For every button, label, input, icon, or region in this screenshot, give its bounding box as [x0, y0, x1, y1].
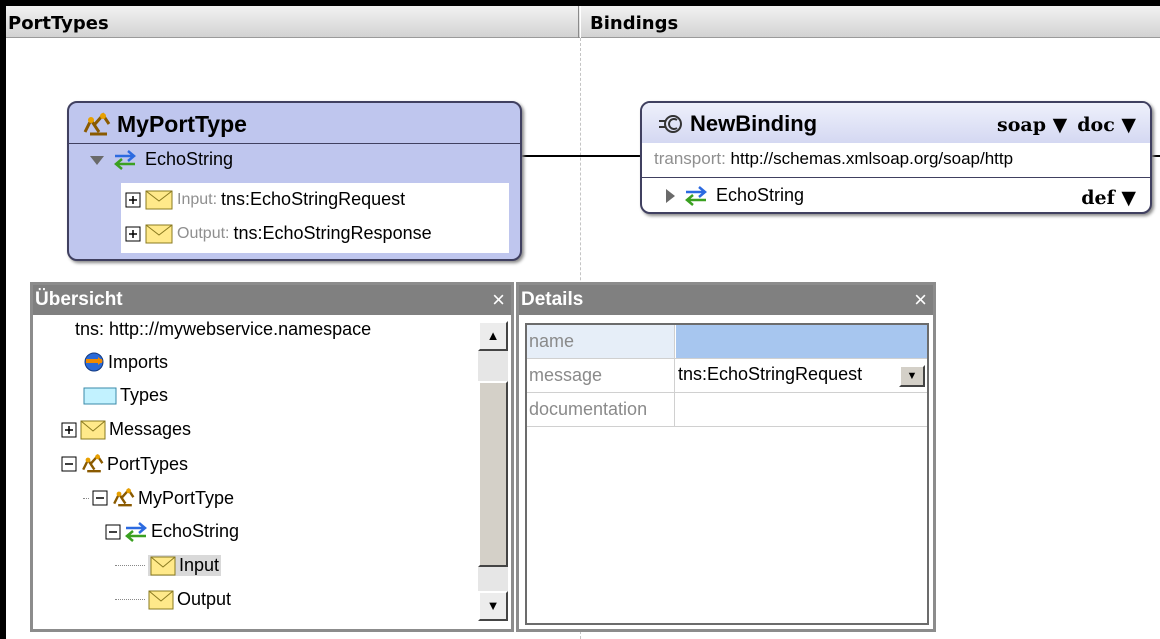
documentation-field[interactable] [676, 393, 927, 426]
porttype-icon [80, 453, 104, 475]
protocol-dropdown[interactable]: soap ▼ [997, 114, 1067, 136]
input-label: Input: [177, 190, 218, 208]
porttype-binding-connector [522, 155, 640, 157]
operation-arrows-icon [113, 149, 137, 170]
binding-icon [658, 113, 684, 135]
operation-style-dropdown[interactable]: def ▼ [1081, 187, 1136, 209]
envelope-icon [145, 224, 173, 244]
input-message-row[interactable]: Input: tns:EchoStringRequest [125, 189, 405, 210]
tree-item-types[interactable]: Types [83, 385, 168, 406]
tree-item-output[interactable]: Output [115, 589, 231, 610]
binding-box[interactable]: NewBinding soap ▼ doc ▼ transport: http:… [640, 101, 1152, 214]
details-grid: name message tns:EchoStringRequest ▼ doc… [525, 323, 929, 625]
scroll-thumb[interactable] [478, 381, 508, 567]
expand-plus-icon[interactable] [125, 192, 141, 208]
message-value: tns:EchoStringRequest [678, 364, 863, 384]
column-separator[interactable] [578, 6, 581, 38]
details-key: name [527, 325, 675, 358]
imports-globe-icon [83, 351, 105, 373]
scroll-up-button[interactable]: ▲ [478, 321, 508, 351]
tree-item-porttypes[interactable]: PortTypes [61, 453, 188, 475]
overview-window: Übersicht × tns: http:://mywebservice.na… [30, 282, 514, 632]
details-row-documentation[interactable]: documentation [527, 393, 927, 427]
porttype-icon [111, 487, 135, 509]
collapse-minus-icon[interactable] [105, 524, 121, 540]
details-key: documentation [527, 393, 675, 426]
overview-title: Übersicht [35, 289, 123, 310]
overview-scrollbar[interactable]: ▲ ▼ [478, 321, 508, 621]
tree-item-input-selected[interactable]: Input [148, 555, 222, 576]
scroll-down-button[interactable]: ▼ [478, 591, 508, 621]
tree-connector-line [115, 565, 145, 566]
porttype-title: MyPortType [117, 111, 247, 137]
collapse-minus-icon[interactable] [92, 490, 108, 506]
expand-triangle-icon[interactable] [664, 188, 676, 204]
style-dropdown[interactable]: doc ▼ [1077, 114, 1136, 136]
transport-label: transport: [654, 149, 726, 168]
name-field[interactable] [676, 325, 927, 358]
details-row-message[interactable]: message tns:EchoStringRequest ▼ [527, 359, 927, 393]
input-message-value[interactable]: tns:EchoStringRequest [221, 189, 405, 210]
tree-connector-line [83, 497, 89, 499]
tree-item-myporttype[interactable]: MyPortType [83, 487, 234, 509]
binding-operation-name: EchoString [716, 185, 805, 205]
envelope-icon [150, 556, 176, 576]
message-field[interactable]: tns:EchoStringRequest ▼ [676, 359, 927, 392]
tree-connector-line [115, 599, 145, 600]
operation-arrows-icon [684, 185, 708, 206]
details-titlebar[interactable]: Details × [519, 285, 933, 315]
details-key: message [527, 359, 675, 392]
tree-namespace[interactable]: tns: http:://mywebservice.namespace [75, 319, 371, 340]
message-dropdown-button[interactable]: ▼ [899, 365, 925, 387]
binding-service-connector [1152, 155, 1160, 157]
porttypes-column-title: PortTypes [8, 13, 109, 34]
tree-item-input[interactable]: Input [115, 555, 222, 576]
details-row-name[interactable]: name [527, 325, 927, 359]
types-box-icon [83, 386, 117, 406]
details-close-button[interactable]: × [914, 287, 927, 313]
output-message-value[interactable]: tns:EchoStringResponse [233, 223, 431, 244]
porttype-box[interactable]: MyPortType EchoString Input: tns:EchoStr… [67, 101, 522, 261]
tree-item-imports[interactable]: Imports [83, 351, 168, 373]
expand-plus-icon[interactable] [61, 422, 77, 438]
column-header-bar: PortTypes Bindings [6, 6, 1160, 38]
envelope-icon [148, 590, 174, 610]
overview-titlebar[interactable]: Übersicht × [33, 285, 511, 315]
binding-header[interactable]: NewBinding soap ▼ doc ▼ [642, 103, 1150, 143]
collapse-triangle-icon[interactable] [89, 154, 105, 166]
output-label: Output: [177, 224, 230, 242]
details-title: Details [521, 289, 584, 310]
porttype-icon [81, 112, 111, 138]
binding-operation[interactable]: EchoString [664, 185, 804, 206]
overview-close-button[interactable]: × [492, 287, 505, 313]
transport-value[interactable]: http://schemas.xmlsoap.org/soap/http [731, 149, 1014, 168]
binding-divider [642, 177, 1150, 178]
binding-title: NewBinding [690, 111, 818, 136]
tree-item-echostring[interactable]: EchoString [105, 521, 239, 542]
collapse-minus-icon[interactable] [61, 456, 77, 472]
porttype-operation[interactable]: EchoString [89, 149, 233, 170]
envelope-icon [80, 420, 106, 440]
porttype-header[interactable]: MyPortType [81, 111, 247, 138]
output-message-row[interactable]: Output: tns:EchoStringResponse [125, 223, 432, 244]
operation-messages: Input: tns:EchoStringRequest Output: tns… [121, 183, 509, 253]
tree-item-messages[interactable]: Messages [61, 419, 191, 440]
envelope-icon [145, 190, 173, 210]
binding-transport[interactable]: transport: http://schemas.xmlsoap.org/so… [654, 149, 1013, 169]
overview-tree: tns: http:://mywebservice.namespace Impo… [33, 315, 475, 629]
operation-arrows-icon [124, 521, 148, 542]
bindings-column-title: Bindings [590, 13, 679, 34]
porttype-divider [69, 143, 520, 144]
expand-plus-icon[interactable] [125, 226, 141, 242]
operation-name: EchoString [145, 149, 234, 169]
details-window: Details × name message tns:EchoStringReq… [516, 282, 936, 632]
